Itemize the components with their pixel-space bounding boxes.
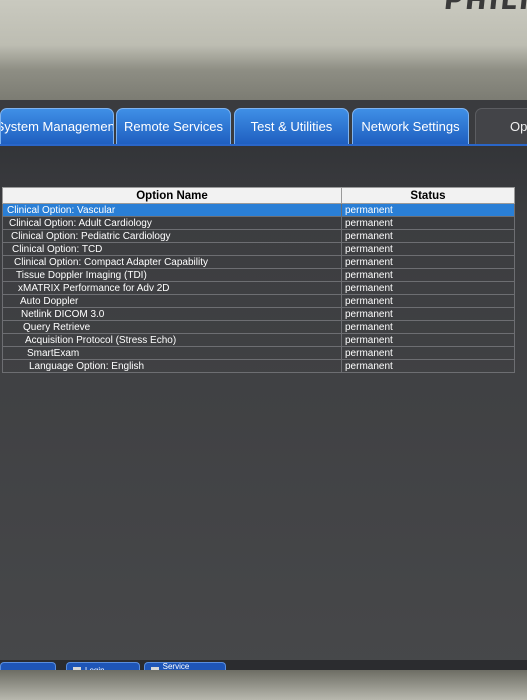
tab-test-utilities[interactable]: Test & Utilities <box>234 108 349 144</box>
option-name-cell: Language Option: English <box>2 359 342 373</box>
table-row[interactable]: Clinical Option: Pediatric Cardiology per… <box>2 229 515 243</box>
options-table: Option Name Status Clinical Option: Vasc… <box>2 187 515 373</box>
option-status-cell: permanent <box>341 268 515 282</box>
column-header-status[interactable]: Status <box>341 187 515 204</box>
option-status-cell: permanent <box>341 229 515 243</box>
tab-underline <box>0 144 527 146</box>
table-row[interactable]: Query Retrieve permanent <box>2 320 515 334</box>
option-name-cell: Clinical Option: TCD <box>2 242 342 256</box>
table-row[interactable]: Clinical Option: Vascular permanent <box>2 203 515 217</box>
tab-bar: System Management Remote Services Test &… <box>0 100 527 146</box>
option-name-cell: Tissue Doppler Imaging (TDI) <box>2 268 342 282</box>
option-status-cell: permanent <box>341 307 515 321</box>
brand-logo: PHILI <box>442 0 527 16</box>
screen: System Management Remote Services Test &… <box>0 100 527 678</box>
option-status-cell: permanent <box>341 255 515 269</box>
option-name-cell: Clinical Option: Compact Adapter Capabil… <box>2 255 342 269</box>
tab-network-settings[interactable]: Network Settings <box>352 108 469 144</box>
table-row[interactable]: Netlink DICOM 3.0 permanent <box>2 307 515 321</box>
option-name-cell: Auto Doppler <box>2 294 342 308</box>
table-header-row: Option Name Status <box>2 187 515 204</box>
monitor-bezel-top: PHILI <box>0 0 527 100</box>
option-name-cell: Netlink DICOM 3.0 <box>2 307 342 321</box>
option-status-cell: permanent <box>341 333 515 347</box>
option-status-cell: permanent <box>341 203 515 217</box>
option-name-cell: SmartExam <box>2 346 342 360</box>
option-name-cell: xMATRIX Performance for Adv 2D <box>2 281 342 295</box>
option-name-cell: Query Retrieve <box>2 320 342 334</box>
table-row[interactable]: xMATRIX Performance for Adv 2D permanent <box>2 281 515 295</box>
tab-system-management[interactable]: System Management <box>0 108 114 144</box>
option-name-cell: Clinical Option: Pediatric Cardiology <box>2 229 342 243</box>
table-row[interactable]: SmartExam permanent <box>2 346 515 360</box>
table-row[interactable]: Tissue Doppler Imaging (TDI) permanent <box>2 268 515 282</box>
table-row[interactable]: Clinical Option: TCD permanent <box>2 242 515 256</box>
option-status-cell: permanent <box>341 346 515 360</box>
option-status-cell: permanent <box>341 359 515 373</box>
column-header-option-name[interactable]: Option Name <box>2 187 342 204</box>
option-status-cell: permanent <box>341 320 515 334</box>
table-row[interactable]: Language Option: English permanent <box>2 359 515 373</box>
option-status-cell: permanent <box>341 242 515 256</box>
option-status-cell: permanent <box>341 294 515 308</box>
tab-remote-services[interactable]: Remote Services <box>116 108 231 144</box>
table-row[interactable]: Clinical Option: Compact Adapter Capabil… <box>2 255 515 269</box>
table-row[interactable]: Acquisition Protocol (Stress Echo) perman… <box>2 333 515 347</box>
option-status-cell: permanent <box>341 216 515 230</box>
table-row[interactable]: Clinical Option: Adult Cardiology permane… <box>2 216 515 230</box>
option-name-cell: Clinical Option: Adult Cardiology <box>2 216 342 230</box>
option-name-cell: Clinical Option: Vascular <box>2 203 342 217</box>
monitor-bezel-bottom <box>0 670 527 700</box>
tab-options[interactable]: Opt <box>475 108 527 144</box>
table-row[interactable]: Auto Doppler permanent <box>2 294 515 308</box>
options-table-body: Clinical Option: Vascular permanent Clinic… <box>2 203 515 373</box>
option-status-cell: permanent <box>341 281 515 295</box>
option-name-cell: Acquisition Protocol (Stress Echo) <box>2 333 342 347</box>
